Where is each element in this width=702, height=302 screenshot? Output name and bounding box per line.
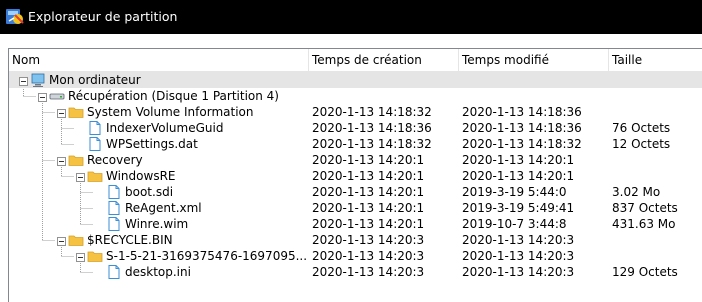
row-name: WindowsRE	[106, 169, 176, 183]
row-created-time: 2020-1-13 14:18:32	[312, 105, 432, 119]
tree-row[interactable]: System Volume Information 2020-1-13 14:18…	[9, 104, 702, 120]
row-created-time: 2020-1-13 14:18:32	[312, 137, 432, 151]
collapse-toggle-icon[interactable]	[57, 235, 66, 246]
row-size: 76 Octets	[612, 121, 671, 135]
row-created-time: 2020-1-13 14:20:1	[312, 169, 425, 183]
row-modified-time: 2019-10-7 3:44:8	[462, 217, 567, 231]
row-created-time: 2020-1-13 14:20:3	[312, 265, 425, 279]
row-size: 837 Octets	[612, 201, 678, 215]
row-modified-time: 2020-1-13 14:18:36	[462, 121, 582, 135]
row-name: boot.sdi	[125, 185, 174, 199]
row-modified-time: 2019-3-19 5:44:0	[462, 185, 567, 199]
folder-icon	[87, 248, 103, 264]
row-created-time: 2020-1-13 14:20:3	[312, 249, 425, 263]
tree-row[interactable]: boot.sdi 2020-1-13 14:20:1 2019-3-19 5:44:…	[9, 184, 702, 200]
row-modified-time: 2020-1-13 14:20:1	[462, 169, 575, 183]
column-header: Nom Temps de création Temps modifié Tail…	[9, 49, 702, 72]
row-modified-time: 2020-1-13 14:20:1	[462, 153, 575, 167]
tree-row[interactable]: ReAgent.xml 2020-1-13 14:20:1 2019-3-19 5:…	[9, 200, 702, 216]
collapse-toggle-icon[interactable]	[76, 251, 85, 262]
row-name: ReAgent.xml	[125, 201, 202, 215]
drive-icon	[49, 88, 65, 104]
column-header-name[interactable]: Nom	[9, 49, 309, 71]
row-created-time: 2020-1-13 14:18:36	[312, 121, 432, 135]
file-icon	[87, 136, 103, 152]
collapse-toggle-icon[interactable]	[19, 75, 28, 86]
tree-row[interactable]: Recovery 2020-1-13 14:20:1 2020-1-13 14:20…	[9, 152, 702, 168]
tree-row[interactable]: WPSettings.dat 2020-1-13 14:18:32 2020-1-1…	[9, 136, 702, 152]
folder-icon	[68, 232, 84, 248]
computer-icon	[30, 72, 46, 88]
collapse-toggle-icon[interactable]	[76, 171, 85, 182]
tree-row[interactable]: IndexerVolumeGuid 2020-1-13 14:18:36 2020-…	[9, 120, 702, 136]
row-name: IndexerVolumeGuid	[106, 121, 224, 135]
tree-row[interactable]: Winre.wim 2020-1-13 14:20:1 2019-10-7 3:44…	[9, 216, 702, 232]
tree-row[interactable]: WindowsRE 2020-1-13 14:20:1 2020-1-13 14:2…	[9, 168, 702, 184]
row-modified-time: 2020-1-13 14:18:36	[462, 105, 582, 119]
tree-row[interactable]: Récupération (Disque 1 Partition 4)	[9, 88, 702, 104]
row-name: Winre.wim	[125, 217, 189, 231]
column-header-created[interactable]: Temps de création	[309, 49, 459, 71]
row-created-time: 2020-1-13 14:20:1	[312, 201, 425, 215]
row-size: 431.63 Mo	[612, 217, 676, 231]
title-bar: Explorateur de partition	[0, 0, 702, 34]
row-modified-time: 2020-1-13 14:20:3	[462, 249, 575, 263]
row-modified-time: 2020-1-13 14:20:3	[462, 233, 575, 247]
file-icon	[106, 264, 122, 280]
row-name: WPSettings.dat	[106, 137, 198, 151]
row-name: S-1-5-21-3169375476-1697095...	[106, 249, 308, 263]
row-modified-time: 2020-1-13 14:20:3	[462, 265, 575, 279]
row-name: Mon ordinateur	[49, 73, 141, 87]
file-icon	[106, 216, 122, 232]
window-title: Explorateur de partition	[28, 9, 178, 24]
folder-icon	[87, 168, 103, 184]
row-name: System Volume Information	[87, 105, 254, 119]
collapse-toggle-icon[interactable]	[57, 107, 66, 118]
partition-explorer-app-icon	[6, 9, 24, 24]
tree-row[interactable]: desktop.ini 2020-1-13 14:20:3 2020-1-13 14…	[9, 264, 702, 280]
column-header-modified[interactable]: Temps modifié	[459, 49, 609, 71]
row-name: $RECYCLE.BIN	[87, 233, 173, 247]
row-created-time: 2020-1-13 14:20:1	[312, 153, 425, 167]
file-icon	[106, 184, 122, 200]
row-modified-time: 2020-1-13 14:18:32	[462, 137, 582, 151]
column-header-size[interactable]: Taille	[609, 49, 702, 71]
row-modified-time: 2019-3-19 5:49:41	[462, 201, 575, 215]
row-size: 12 Octets	[612, 137, 671, 151]
collapse-toggle-icon[interactable]	[38, 91, 47, 102]
tree-row[interactable]: Mon ordinateur	[9, 72, 702, 88]
row-created-time: 2020-1-13 14:20:1	[312, 217, 425, 231]
folder-icon	[68, 104, 84, 120]
row-created-time: 2020-1-13 14:20:3	[312, 233, 425, 247]
tree-body: Mon ordinateur Récupération (Disque 1 Par…	[9, 72, 702, 302]
file-icon	[87, 120, 103, 136]
row-size: 129 Octets	[612, 265, 678, 279]
folder-icon	[68, 152, 84, 168]
row-created-time: 2020-1-13 14:20:1	[312, 185, 425, 199]
tree-row[interactable]: S-1-5-21-3169375476-1697095... 2020-1-13 …	[9, 248, 702, 264]
row-name: Récupération (Disque 1 Partition 4)	[68, 89, 279, 103]
row-name: desktop.ini	[125, 265, 191, 279]
partition-tree-view[interactable]: Nom Temps de création Temps modifié Tail…	[8, 48, 702, 302]
row-size: 3.02 Mo	[612, 185, 661, 199]
row-name: Recovery	[87, 153, 143, 167]
file-icon	[106, 200, 122, 216]
collapse-toggle-icon[interactable]	[57, 155, 66, 166]
tree-row[interactable]: $RECYCLE.BIN 2020-1-13 14:20:3 2020-1-13 1…	[9, 232, 702, 248]
